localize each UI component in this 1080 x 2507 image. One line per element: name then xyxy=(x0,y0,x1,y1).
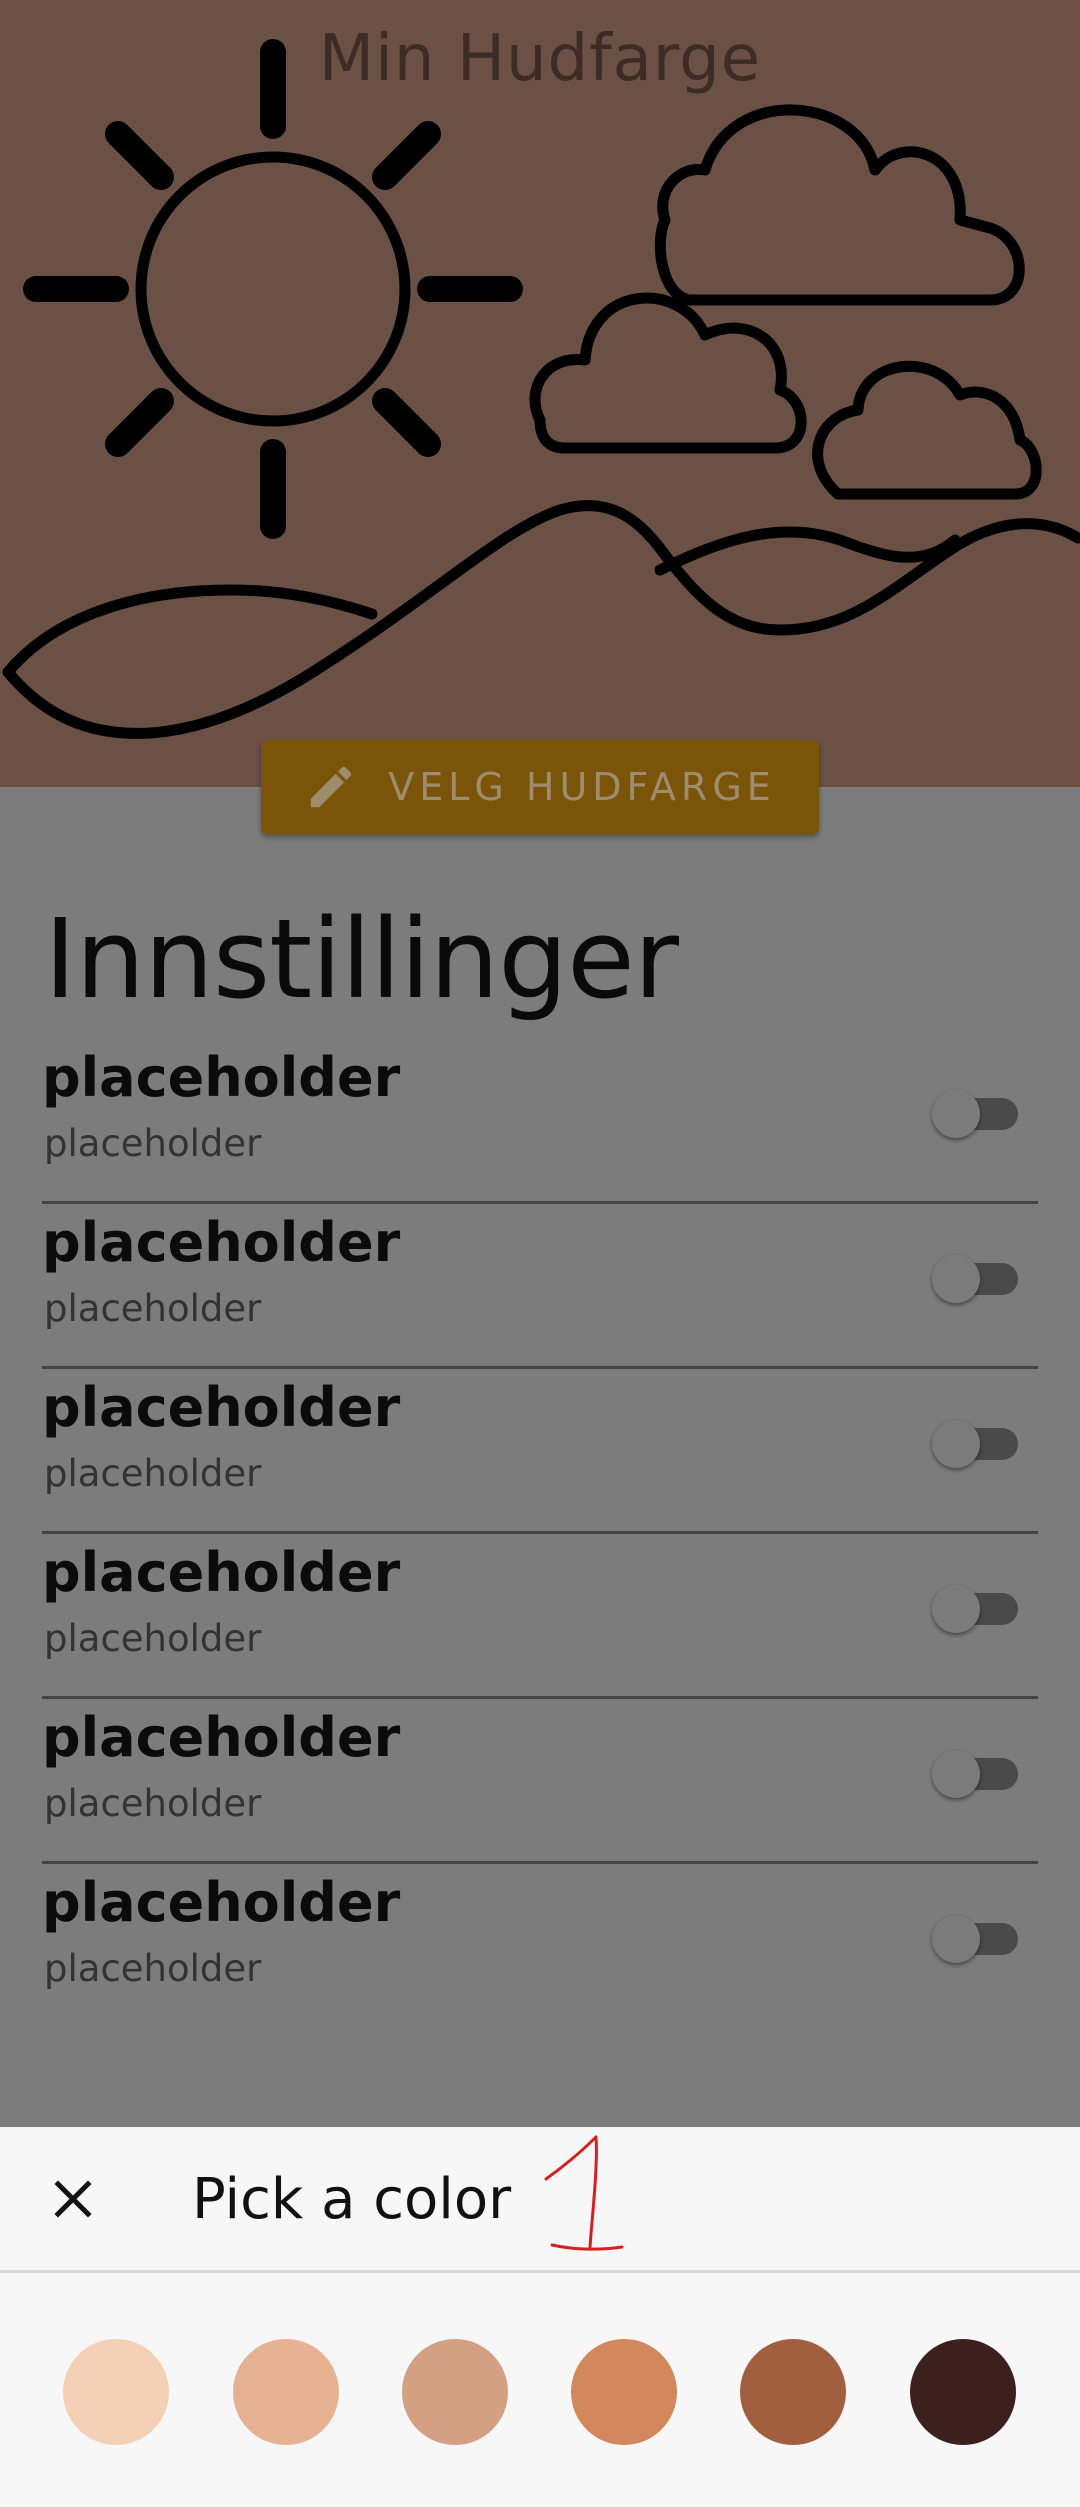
toggle-thumb xyxy=(932,1585,980,1633)
pencil-icon xyxy=(310,766,352,808)
select-skin-color-label: VELG HUDFARGE xyxy=(388,765,776,809)
color-swatch[interactable] xyxy=(233,2339,339,2445)
setting-subtitle: placeholder xyxy=(44,1617,262,1660)
setting-title: placeholder xyxy=(42,1046,401,1109)
setting-toggle[interactable] xyxy=(926,1583,1048,1633)
toggle-thumb xyxy=(932,1255,980,1303)
select-skin-color-button[interactable]: VELG HUDFARGE xyxy=(261,740,819,834)
color-swatch[interactable] xyxy=(571,2339,677,2445)
app-title: Min Hudfarge xyxy=(318,22,762,96)
setting-toggle[interactable] xyxy=(926,1418,1048,1468)
setting-row: placeholder placeholder xyxy=(42,1696,1038,1864)
color-swatch[interactable] xyxy=(910,2339,1016,2445)
setting-row: placeholder placeholder xyxy=(42,1201,1038,1369)
color-picker-header: Pick a color xyxy=(0,2127,1080,2273)
toggle-thumb xyxy=(932,1750,980,1798)
color-swatch[interactable] xyxy=(402,2339,508,2445)
setting-subtitle: placeholder xyxy=(44,1122,262,1165)
setting-title: placeholder xyxy=(42,1871,401,1934)
setting-title: placeholder xyxy=(42,1211,401,1274)
setting-row: placeholder placeholder xyxy=(42,1531,1038,1699)
setting-row: placeholder placeholder xyxy=(42,1036,1038,1204)
setting-title: placeholder xyxy=(42,1706,401,1769)
setting-subtitle: placeholder xyxy=(44,1287,262,1330)
sun-clouds-hills-illustration xyxy=(2,39,1080,739)
color-swatch[interactable] xyxy=(740,2339,846,2445)
setting-toggle[interactable] xyxy=(926,1913,1048,1963)
setting-toggle[interactable] xyxy=(926,1748,1048,1798)
setting-row: placeholder placeholder xyxy=(42,1366,1038,1534)
color-picker-title: Pick a color xyxy=(192,2167,512,2232)
setting-subtitle: placeholder xyxy=(44,1452,262,1495)
settings-heading: Innstillinger xyxy=(44,895,679,1023)
setting-title: placeholder xyxy=(42,1541,401,1604)
handwritten-annotation xyxy=(544,2135,624,2251)
toggle-thumb xyxy=(932,1915,980,1963)
setting-subtitle: placeholder xyxy=(44,1782,262,1825)
toggle-thumb xyxy=(932,1420,980,1468)
close-icon[interactable] xyxy=(46,2172,100,2226)
hero-banner: Min Hudfarge xyxy=(0,0,1080,787)
setting-toggle[interactable] xyxy=(926,1088,1048,1138)
setting-subtitle: placeholder xyxy=(44,1947,262,1990)
toggle-thumb xyxy=(932,1090,980,1138)
setting-title: placeholder xyxy=(42,1376,401,1439)
color-swatch[interactable] xyxy=(63,2339,169,2445)
color-picker-sheet: Pick a color xyxy=(0,2127,1080,2507)
setting-toggle[interactable] xyxy=(926,1253,1048,1303)
setting-row: placeholder placeholder xyxy=(42,1861,1038,2026)
